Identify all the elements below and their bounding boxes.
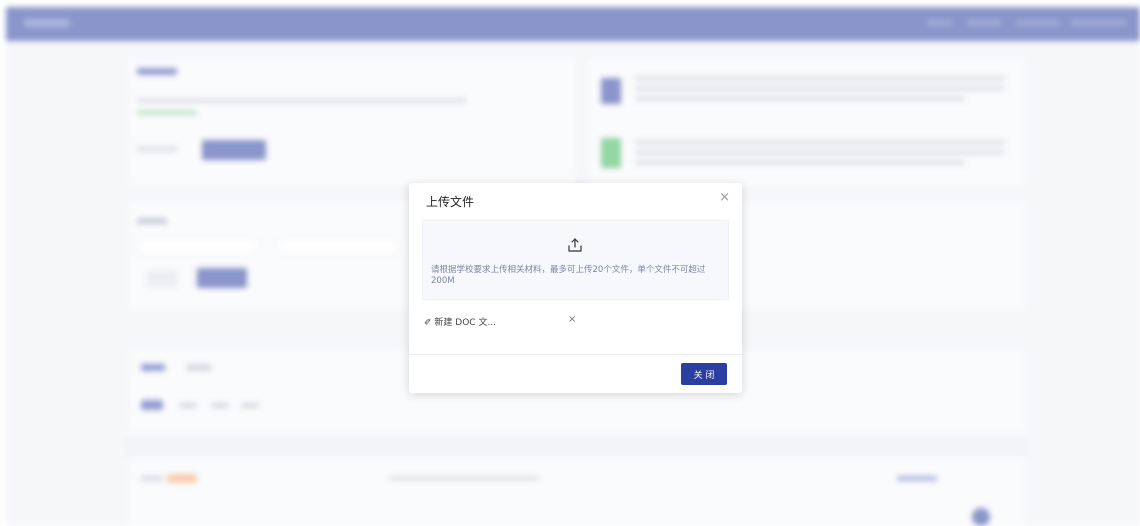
dialog-title: 上传文件 <box>426 195 475 209</box>
file-list-item: ✐ 新建 DOC 文... <box>424 315 496 328</box>
upload-file-dialog: 上传文件 × 请根据学校要求上传相关材料，最多可上传20个文件，单个文件不可超过… <box>409 183 742 393</box>
upload-icon <box>568 238 582 252</box>
upload-hint: 请根据学校要求上传相关材料，最多可上传20个文件，单个文件不可超过200M <box>431 265 706 286</box>
divider <box>409 354 742 355</box>
upload-dropzone[interactable]: 请根据学校要求上传相关材料，最多可上传20个文件，单个文件不可超过200M <box>422 220 729 300</box>
close-button[interactable]: 关 闭 <box>681 363 727 385</box>
close-icon[interactable]: × <box>719 190 730 205</box>
paperclip-icon: ✐ <box>424 318 432 328</box>
remove-file-icon[interactable]: × <box>568 314 576 325</box>
file-name: 新建 DOC 文... <box>434 318 497 328</box>
